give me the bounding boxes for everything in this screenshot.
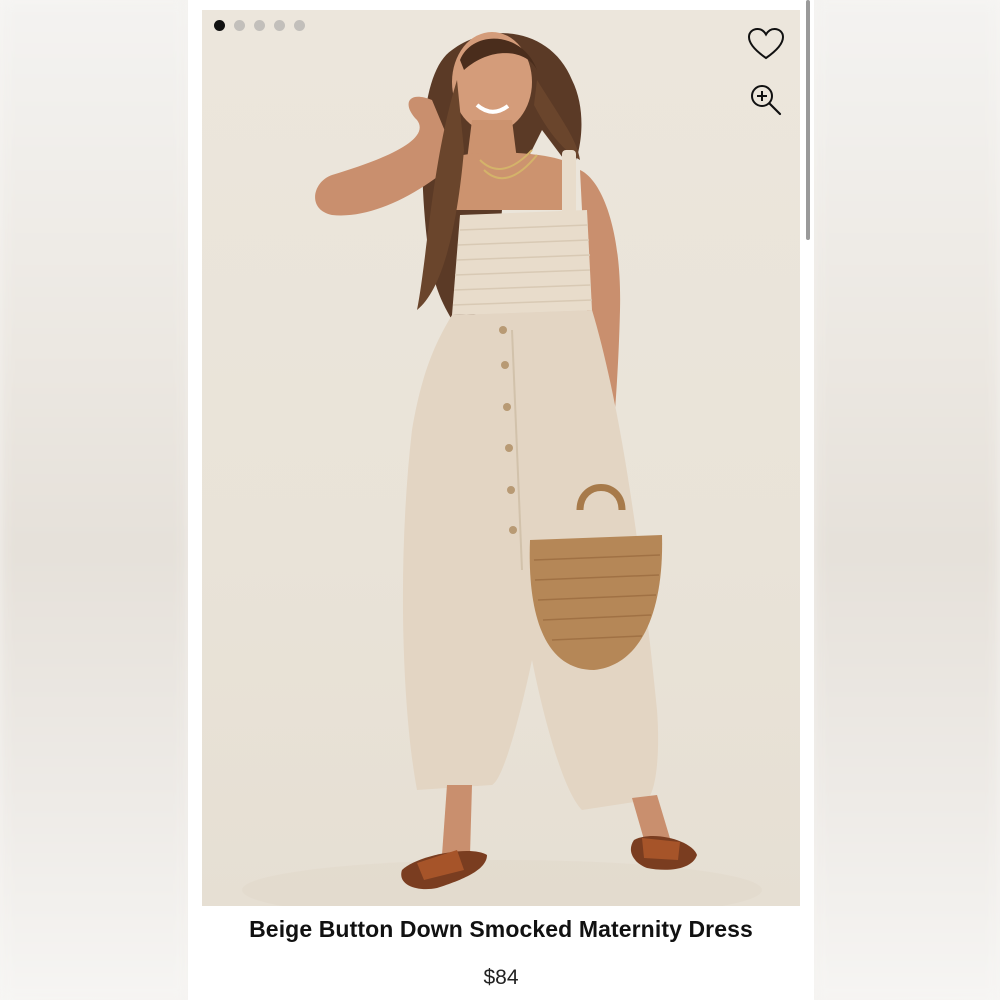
product-photo	[242, 32, 762, 906]
product-image-carousel[interactable]	[202, 10, 800, 906]
favorite-button[interactable]	[744, 22, 788, 66]
carousel-dot-4[interactable]	[274, 20, 285, 31]
heart-outline-icon	[747, 27, 785, 60]
product-card: Beige Button Down Smocked Maternity Dres…	[188, 0, 814, 1000]
carousel-dot-5[interactable]	[294, 20, 305, 31]
carousel-dot-2[interactable]	[234, 20, 245, 31]
product-price: $84	[483, 966, 519, 989]
blurred-background-left	[0, 0, 188, 1000]
zoom-in-icon	[751, 85, 782, 116]
zoom-button[interactable]	[744, 78, 788, 122]
carousel-indicators	[214, 20, 305, 31]
blurred-background-right	[814, 0, 1000, 1000]
product-title: Beige Button Down Smocked Maternity Dres…	[249, 916, 753, 942]
scrollbar-thumb[interactable]	[806, 0, 810, 240]
carousel-dot-1[interactable]	[214, 20, 225, 31]
carousel-dot-3[interactable]	[254, 20, 265, 31]
